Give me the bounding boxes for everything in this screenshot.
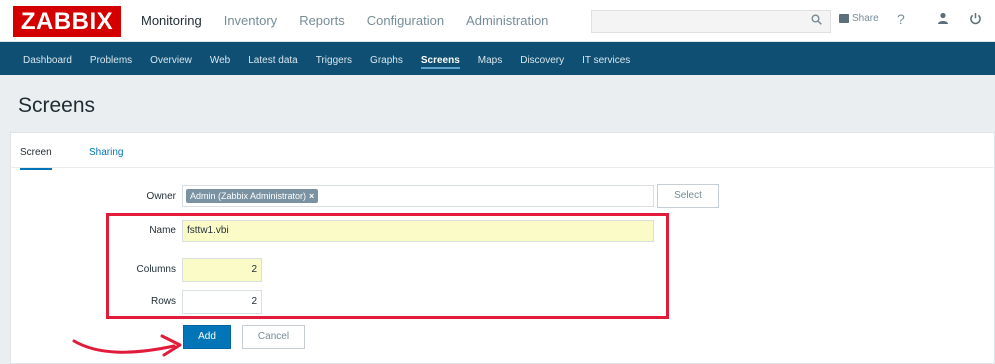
help-icon[interactable]: ? [897,11,905,27]
power-icon[interactable] [969,12,982,28]
owner-tag-label: Admin (Zabbix Administrator) [190,191,307,201]
submenu-screens[interactable]: Screens [412,42,469,75]
submenu-problems[interactable]: Problems [81,42,141,75]
submenu-latest-data[interactable]: Latest data [239,42,306,75]
cancel-button[interactable]: Cancel [242,325,305,349]
tab-screen[interactable]: Screen [20,147,52,170]
share-button[interactable]: Share [839,13,879,24]
submenu-triggers[interactable]: Triggers [307,42,361,75]
rows-label: Rows [150,296,176,307]
remove-owner-icon[interactable]: × [309,191,314,201]
top-bar: ZABBIX Monitoring Inventory Reports Conf… [0,0,995,42]
zabbix-logo[interactable]: ZABBIX [13,6,121,37]
add-button[interactable]: Add [183,325,231,349]
sub-menu: Dashboard Problems Overview Web Latest d… [0,42,995,75]
search-input[interactable] [591,10,831,33]
select-owner-button[interactable]: Select [657,184,719,208]
name-field[interactable]: fsttw1.vbi [182,220,654,242]
owner-field[interactable]: Admin (Zabbix Administrator) × [182,185,654,207]
name-label: Name [149,225,176,236]
submenu-it-services[interactable]: IT services [573,42,639,75]
menu-inventory[interactable]: Inventory [213,0,288,42]
menu-administration[interactable]: Administration [455,0,559,42]
submenu-web[interactable]: Web [201,42,239,75]
owner-tag: Admin (Zabbix Administrator) × [186,189,319,203]
submenu-overview[interactable]: Overview [141,42,201,75]
main-menu: Monitoring Inventory Reports Configurati… [130,0,559,42]
page-title: Screens [18,94,96,117]
rows-field[interactable]: 2 [182,290,262,314]
menu-monitoring[interactable]: Monitoring [130,0,213,42]
submenu-discovery[interactable]: Discovery [511,42,573,75]
tab-bar: Screen Sharing [10,132,995,170]
search-icon[interactable] [811,14,822,28]
user-icon[interactable] [937,12,949,28]
tab-sharing[interactable]: Sharing [89,147,123,158]
submenu-maps[interactable]: Maps [469,42,511,75]
submenu-graphs[interactable]: Graphs [361,42,412,75]
share-icon [839,14,849,23]
owner-label: Owner [146,191,176,202]
columns-field[interactable]: 2 [182,258,262,282]
columns-label: Columns [136,264,176,275]
menu-configuration[interactable]: Configuration [356,0,455,42]
pointer-arrow-icon [72,334,182,357]
share-label: Share [852,13,879,24]
menu-reports[interactable]: Reports [288,0,356,42]
submenu-dashboard[interactable]: Dashboard [14,42,81,75]
